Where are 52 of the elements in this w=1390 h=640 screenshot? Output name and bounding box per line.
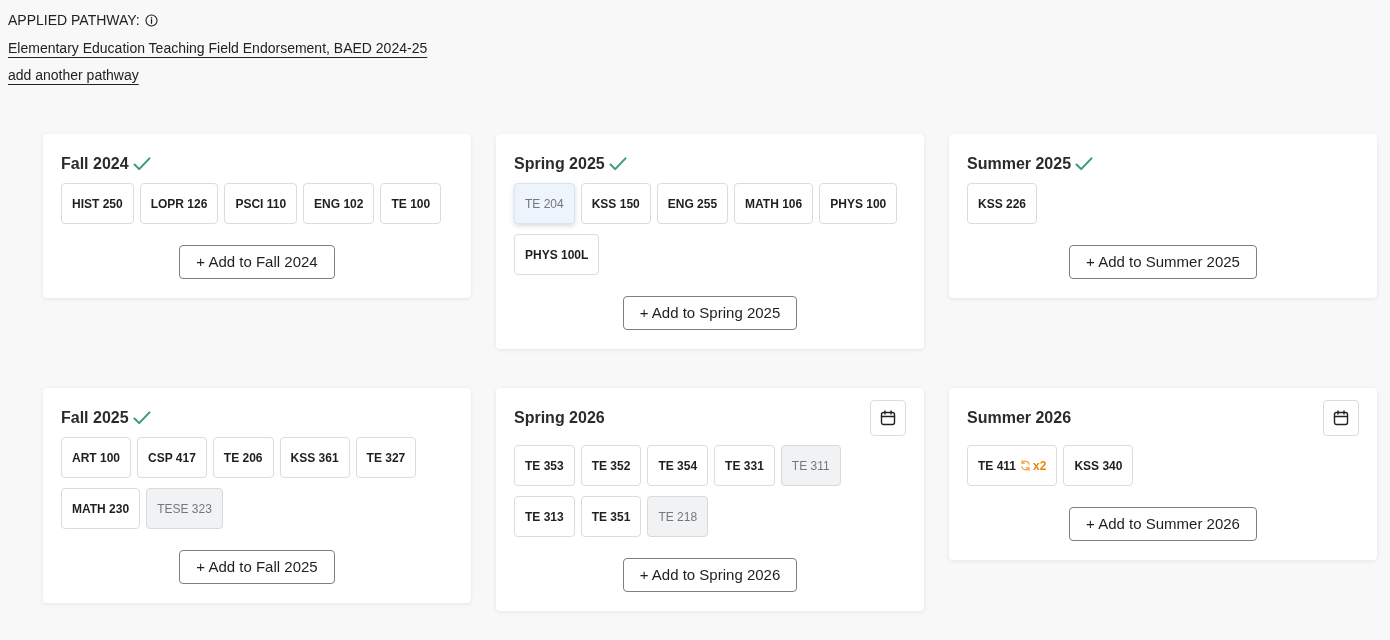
course-chip[interactable]: PHYS 100 — [819, 183, 898, 224]
course-chip[interactable]: TESE 323 — [146, 488, 223, 529]
calendar-button[interactable] — [1323, 400, 1359, 436]
info-icon[interactable] — [144, 14, 158, 27]
pathway-label: APPLIED PATHWAY: — [8, 11, 140, 30]
repeat-icon — [1020, 460, 1032, 471]
add-course-button[interactable]: + Add to Summer 2025 — [1069, 245, 1257, 279]
add-course-button[interactable]: + Add to Spring 2025 — [622, 296, 798, 330]
term-title: Summer 2026 — [967, 408, 1072, 428]
course-chip[interactable]: ENG 255 — [656, 183, 729, 224]
course-chip[interactable]: KSS 150 — [580, 183, 651, 224]
calendar-icon — [1333, 410, 1349, 426]
add-pathway-link[interactable]: add another pathway — [8, 65, 139, 86]
course-chip[interactable]: TE 311 — [780, 445, 841, 486]
course-chip[interactable]: PHYS 100L — [514, 234, 600, 275]
term-title: Spring 2026 — [514, 408, 605, 428]
course-chip[interactable]: TE 327 — [355, 437, 417, 478]
course-chip[interactable]: TE 353 — [514, 445, 575, 486]
calendar-button[interactable] — [870, 400, 906, 436]
course-code: TE 411 — [978, 457, 1017, 475]
course-chip[interactable]: TE 313 — [514, 496, 575, 537]
add-course-button[interactable]: + Add to Fall 2024 — [179, 245, 335, 279]
term-title: Spring 2025 — [514, 154, 605, 174]
course-chip[interactable]: KSS 361 — [279, 437, 350, 478]
add-course-button[interactable]: + Add to Summer 2026 — [1069, 507, 1257, 541]
course-chip[interactable]: TE 354 — [647, 445, 709, 486]
course-chip[interactable]: TE 100 — [380, 183, 442, 224]
course-chip[interactable]: MATH 230 — [61, 488, 141, 529]
course-chip[interactable]: CSP 417 — [137, 437, 207, 478]
course-chip[interactable]: TE 352 — [580, 445, 642, 486]
course-chip[interactable]: TE 204 — [514, 183, 575, 224]
course-chip[interactable]: KSS 226 — [967, 183, 1038, 224]
course-chip[interactable]: MATH 106 — [734, 183, 814, 224]
term-title: Summer 2025 — [967, 154, 1072, 174]
course-chip[interactable]: PSCI 110 — [224, 183, 298, 224]
term-title: Fall 2024 — [61, 154, 129, 174]
course-chip[interactable]: TE 351 — [580, 496, 642, 537]
course-chip[interactable]: KSS 340 — [1063, 445, 1134, 486]
course-chip[interactable]: TE 411 x2 — [967, 445, 1058, 486]
add-course-button[interactable]: + Add to Fall 2025 — [179, 550, 335, 584]
repeat-count: x2 — [1033, 457, 1047, 475]
course-chip[interactable]: TE 331 — [714, 445, 775, 486]
course-chip[interactable]: ENG 102 — [303, 183, 375, 224]
course-chip[interactable]: LOPR 126 — [139, 183, 219, 224]
pathway-link[interactable]: Elementary Education Teaching Field Endorsement, BAED 2024-25 — [8, 37, 428, 59]
calendar-icon — [880, 410, 896, 426]
term-title: Fall 2025 — [61, 408, 129, 428]
course-chip[interactable]: ART 100 — [61, 437, 132, 478]
add-course-button[interactable]: + Add to Spring 2026 — [622, 558, 798, 592]
course-chip[interactable]: HIST 250 — [61, 183, 134, 224]
course-chip[interactable]: TE 206 — [212, 437, 274, 478]
course-chip[interactable]: TE 218 — [647, 496, 709, 537]
